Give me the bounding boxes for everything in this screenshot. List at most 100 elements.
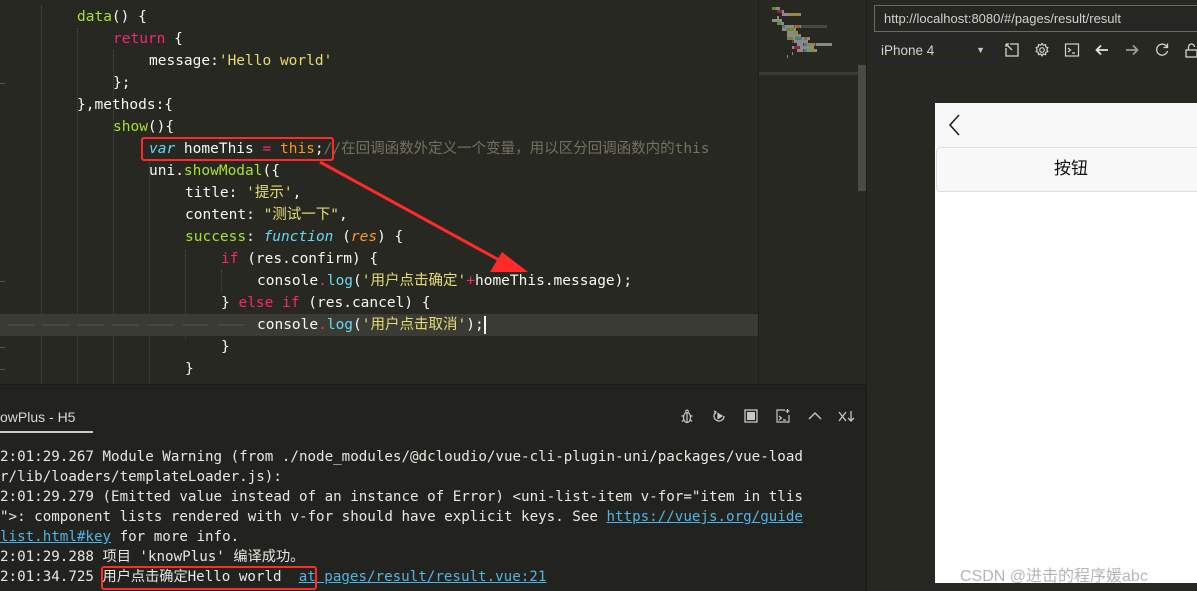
minimap-token bbox=[789, 13, 801, 16]
code-token: log bbox=[326, 317, 354, 333]
run-icon[interactable] bbox=[710, 407, 728, 425]
minimap-token bbox=[815, 49, 817, 52]
log-link[interactable]: list.html#key bbox=[0, 529, 111, 545]
clear-console-icon[interactable] bbox=[838, 407, 856, 425]
log-message: for more info. bbox=[111, 529, 240, 545]
editor-scrollbar[interactable] bbox=[858, 0, 866, 384]
code-token: '提示' bbox=[246, 185, 293, 201]
console-tab-underline bbox=[0, 431, 93, 433]
page-button[interactable]: 按钮 bbox=[936, 147, 1197, 192]
log-message: Module Warning (from ./node_modules/@dcl… bbox=[93, 449, 803, 465]
log-message: 用户点击确定Hello world bbox=[93, 569, 299, 585]
code-token: ; bbox=[314, 141, 324, 157]
code-token: 'Hello world' bbox=[218, 53, 333, 69]
log-link[interactable]: at pages/result/result.vue:21 bbox=[299, 569, 547, 585]
minimap-token bbox=[782, 13, 789, 16]
indent-guide bbox=[149, 160, 150, 384]
console-log-line: 2:01:34.725 用户点击确定Hello world at pages/r… bbox=[0, 567, 866, 587]
indent-guide bbox=[221, 270, 222, 292]
line-marker bbox=[0, 369, 5, 370]
code-token: if bbox=[221, 251, 239, 267]
code-token: message: bbox=[149, 53, 219, 69]
log-message: (Emitted value instead of an instance of… bbox=[93, 489, 803, 505]
console-log-line: ">: component lists rendered with v-for … bbox=[0, 507, 866, 527]
code-token: content: bbox=[185, 207, 264, 223]
code-token: ( bbox=[333, 229, 351, 245]
code-token: log bbox=[326, 273, 354, 289]
text-cursor bbox=[483, 316, 486, 334]
console-output: 2:01:29.267 Module Warning (from ./node_… bbox=[0, 447, 866, 587]
console-log-line: r/lib/loaders/templateLoader.js): bbox=[0, 467, 866, 487]
code-token: '用户点击取消' bbox=[361, 317, 467, 333]
console-log-line: 2:01:29.267 Module Warning (from ./node_… bbox=[0, 447, 866, 467]
console-log-line: 2:01:29.279 (Emitted value instead of an… bbox=[0, 487, 866, 507]
devtools-console-icon[interactable] bbox=[1062, 40, 1082, 60]
line-marker bbox=[0, 83, 5, 84]
code-token: (){ bbox=[147, 119, 175, 135]
debug-icon[interactable] bbox=[678, 407, 696, 425]
code-token: . bbox=[318, 317, 327, 333]
code-token: : bbox=[246, 229, 264, 245]
stop-icon[interactable] bbox=[742, 407, 760, 425]
code-token: homeThis bbox=[175, 141, 263, 157]
code-token: data bbox=[77, 9, 112, 25]
log-timestamp: 2:01:29.288 bbox=[0, 549, 94, 565]
code-token: ( bbox=[353, 317, 362, 333]
log-message: ">: component lists rendered with v-for … bbox=[0, 509, 607, 525]
forward-arrow-icon[interactable] bbox=[1122, 40, 1142, 60]
log-message: r/lib/loaders/templateLoader.js): bbox=[0, 469, 282, 485]
editor-scroll-thumb[interactable] bbox=[858, 65, 866, 191]
code-token: title: bbox=[185, 185, 247, 201]
minimap-token bbox=[787, 55, 788, 58]
console-log-line: 2:01:29.288 项目 'knowPlus' 编译成功。 bbox=[0, 547, 866, 567]
log-timestamp: 2:01:29.267 bbox=[0, 449, 94, 465]
unlock-icon[interactable] bbox=[1182, 40, 1197, 60]
maximize-panel-icon[interactable] bbox=[806, 407, 824, 425]
line-marker bbox=[0, 281, 5, 282]
back-arrow-icon[interactable] bbox=[1092, 40, 1112, 60]
minimap[interactable] bbox=[758, 0, 859, 384]
code-token: ({ bbox=[262, 163, 280, 179]
code-token: '用户点击确定' bbox=[361, 273, 467, 289]
code-token: } bbox=[221, 339, 230, 355]
watermark: CSDN @进击的程序媛abc bbox=[960, 568, 1148, 585]
minimap-token bbox=[801, 25, 827, 28]
code-token: = bbox=[262, 141, 272, 157]
code-token: { bbox=[165, 31, 183, 47]
back-icon[interactable] bbox=[945, 113, 965, 137]
log-message: 项目 'knowPlus' 编译成功。 bbox=[93, 549, 305, 565]
log-timestamp: 2:01:29.279 bbox=[0, 489, 94, 505]
code-token: console bbox=[257, 317, 319, 333]
new-terminal-icon[interactable] bbox=[774, 407, 792, 425]
code-token: homeThis.message); bbox=[474, 273, 633, 289]
code-token: return bbox=[113, 31, 166, 47]
preview-toolbar bbox=[1002, 40, 1197, 60]
rotate-icon[interactable] bbox=[1002, 40, 1022, 60]
code-token: else if bbox=[238, 295, 300, 311]
code-editor[interactable]: data() {return {message:'Hello world'};}… bbox=[0, 0, 758, 384]
reload-icon[interactable] bbox=[1152, 40, 1172, 60]
code-token: ( bbox=[353, 273, 362, 289]
whitespace-markers: ——— ——— ——— ——— ——— ——— ——— bbox=[8, 317, 244, 333]
log-timestamp: 2:01:34.725 bbox=[0, 569, 94, 585]
log-link[interactable]: https://vuejs.org/guide bbox=[606, 509, 802, 525]
console-panel: owPlus - H5 2:01:29.267 Module Warning (… bbox=[0, 384, 866, 591]
code-token: showModal bbox=[183, 163, 263, 179]
url-input[interactable]: http://localhost:8080/#/pages/result/res… bbox=[874, 5, 1197, 32]
code-token: , bbox=[339, 207, 348, 223]
code-line-active[interactable]: ——— ——— ——— ——— ——— ——— ——— console.log('… bbox=[0, 314, 758, 336]
code-token: var bbox=[149, 141, 176, 157]
code-token: } bbox=[221, 295, 239, 311]
code-token: uni. bbox=[149, 163, 184, 179]
settings-icon[interactable] bbox=[1032, 40, 1052, 60]
console-tab[interactable]: owPlus - H5 bbox=[0, 409, 75, 429]
minimap-token bbox=[808, 49, 815, 52]
code-token: function bbox=[263, 229, 334, 245]
code-token: ); bbox=[466, 317, 484, 333]
minimap-token bbox=[816, 43, 832, 46]
device-select[interactable]: iPhone 4 ▼ bbox=[874, 37, 994, 64]
console-toolbar bbox=[678, 407, 856, 425]
minimap-current-line bbox=[759, 72, 859, 75]
code-token: (res.cancel) { bbox=[299, 295, 431, 311]
